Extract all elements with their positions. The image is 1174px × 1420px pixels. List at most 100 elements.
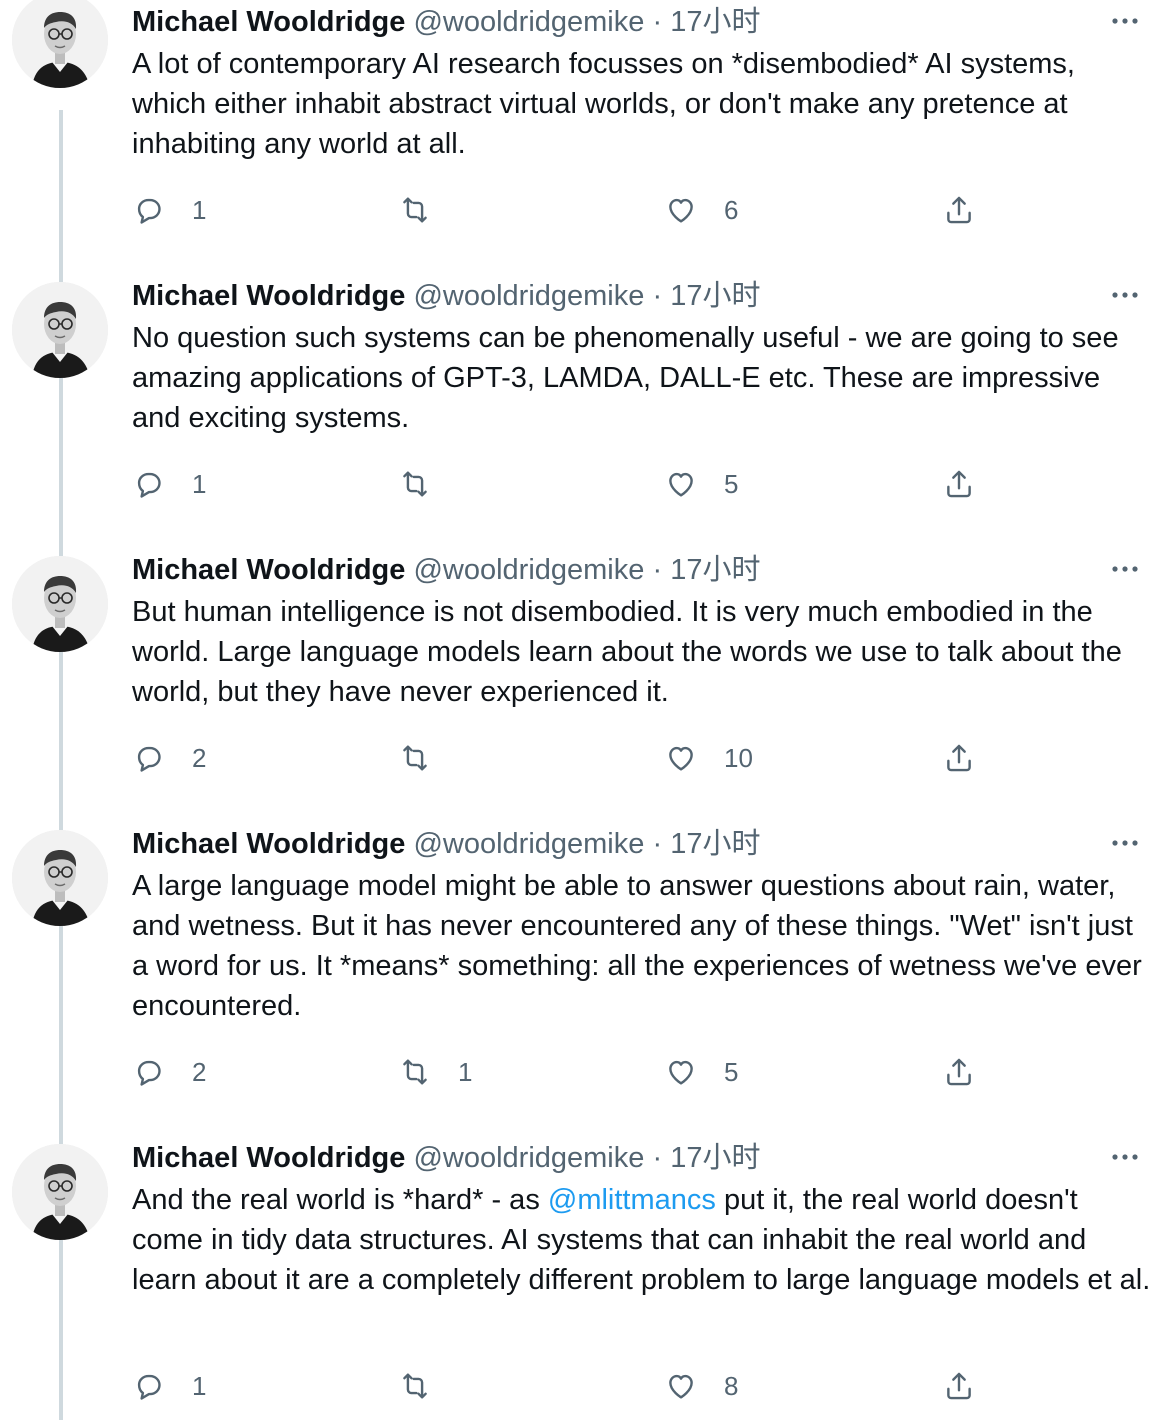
- avatar[interactable]: [12, 282, 108, 378]
- retweet-button[interactable]: [398, 1364, 458, 1408]
- tweet-actions: 1 6: [132, 188, 1012, 232]
- thread-line: [59, 378, 63, 548]
- tweet-item[interactable]: Michael Wooldridge @wooldridgemike · 17小…: [0, 822, 1174, 1136]
- tweet-actions: 2 1 5: [132, 1050, 1012, 1094]
- author-name[interactable]: Michael Wooldridge: [132, 6, 405, 38]
- tweet-actions: 1 5: [132, 462, 1012, 506]
- thread-line: [59, 822, 63, 830]
- share-button[interactable]: [942, 1364, 976, 1408]
- author-name[interactable]: Michael Wooldridge: [132, 828, 405, 860]
- author-name[interactable]: Michael Wooldridge: [132, 554, 405, 586]
- tweet-text: But human intelligence is not disembodie…: [132, 596, 1122, 708]
- author-handle[interactable]: @wooldridgemike: [413, 554, 644, 586]
- tweet-text: A lot of contemporary AI research focuss…: [132, 48, 1075, 160]
- retweet-icon: [398, 1055, 432, 1089]
- more-options-icon[interactable]: [1108, 1144, 1142, 1170]
- more-options-icon[interactable]: [1108, 556, 1142, 582]
- tweet-header: Michael Wooldridge @wooldridgemike · 17小…: [132, 550, 760, 590]
- separator-dot: ·: [652, 6, 663, 38]
- tweet-item[interactable]: Michael Wooldridge @wooldridgemike · 17小…: [0, 0, 1174, 274]
- separator-dot: ·: [652, 1142, 663, 1174]
- share-button[interactable]: [942, 462, 976, 506]
- separator-dot: ·: [652, 280, 663, 312]
- tweet-text: A large language model might be able to …: [132, 870, 1142, 1022]
- separator-dot: ·: [652, 828, 663, 860]
- reply-button[interactable]: 1: [132, 462, 206, 506]
- heart-icon: [664, 467, 698, 501]
- like-button[interactable]: 5: [664, 1050, 738, 1094]
- author-handle[interactable]: @wooldridgemike: [413, 6, 644, 38]
- avatar[interactable]: [12, 0, 108, 88]
- more-options-icon[interactable]: [1108, 830, 1142, 856]
- tweet-time[interactable]: 17小时: [670, 554, 760, 586]
- author-name[interactable]: Michael Wooldridge: [132, 280, 405, 312]
- reply-button[interactable]: 2: [132, 736, 206, 780]
- heart-icon: [664, 1055, 698, 1089]
- tweet-header: Michael Wooldridge @wooldridgemike · 17小…: [132, 2, 760, 42]
- separator-dot: ·: [652, 554, 663, 586]
- tweet-time[interactable]: 17小时: [670, 1142, 760, 1174]
- share-icon: [942, 741, 976, 775]
- author-handle[interactable]: @wooldridgemike: [413, 280, 644, 312]
- tweet-header: Michael Wooldridge @wooldridgemike · 17小…: [132, 824, 760, 864]
- reply-icon: [132, 467, 166, 501]
- reply-icon: [132, 1055, 166, 1089]
- retweet-icon: [398, 1369, 432, 1403]
- more-options-icon[interactable]: [1108, 282, 1142, 308]
- retweet-icon: [398, 467, 432, 501]
- thread-line: [59, 274, 63, 282]
- retweet-button[interactable]: [398, 736, 458, 780]
- reply-count: 1: [192, 1370, 207, 1401]
- reply-button[interactable]: 1: [132, 1364, 206, 1408]
- reply-button[interactable]: 2: [132, 1050, 206, 1094]
- author-handle[interactable]: @wooldridgemike: [413, 1142, 644, 1174]
- tweet-thread: Michael Wooldridge @wooldridgemike · 17小…: [0, 0, 1174, 1420]
- thread-line: [59, 926, 63, 1136]
- like-count: 8: [724, 1370, 739, 1401]
- share-icon: [942, 1055, 976, 1089]
- more-options-icon[interactable]: [1108, 8, 1142, 34]
- tweet-header: Michael Wooldridge @wooldridgemike · 17小…: [132, 1138, 760, 1178]
- tweet-text: And the real world is *hard* - as @mlitt…: [132, 1180, 1152, 1300]
- share-button[interactable]: [942, 736, 976, 780]
- thread-line: [59, 110, 63, 274]
- reply-icon: [132, 193, 166, 227]
- reply-button[interactable]: 1: [132, 188, 206, 232]
- tweet-header: Michael Wooldridge @wooldridgemike · 17小…: [132, 276, 760, 316]
- tweet-time[interactable]: 17小时: [670, 6, 760, 38]
- tweet-time[interactable]: 17小时: [670, 828, 760, 860]
- retweet-button[interactable]: 1: [398, 1050, 472, 1094]
- avatar[interactable]: [12, 1144, 108, 1240]
- author-handle[interactable]: @wooldridgemike: [413, 828, 644, 860]
- share-button[interactable]: [942, 1050, 976, 1094]
- retweet-count: 1: [458, 1056, 473, 1087]
- tweet-time[interactable]: 17小时: [670, 280, 760, 312]
- reply-count: 1: [192, 468, 207, 499]
- author-name[interactable]: Michael Wooldridge: [132, 1142, 405, 1174]
- retweet-button[interactable]: [398, 188, 458, 232]
- tweet-item[interactable]: Michael Wooldridge @wooldridgemike · 17小…: [0, 274, 1174, 548]
- tweet-actions: 1 8: [132, 1364, 1012, 1408]
- like-count: 5: [724, 468, 739, 499]
- tweet-text-part: And the real world is *hard* - as: [132, 1184, 548, 1216]
- share-button[interactable]: [942, 188, 976, 232]
- tweet-actions: 2 10: [132, 736, 1012, 780]
- mention-link[interactable]: @mlittmancs: [548, 1184, 716, 1216]
- tweet-text: No question such systems can be phenomen…: [132, 322, 1119, 434]
- reply-count: 2: [192, 1056, 207, 1087]
- avatar[interactable]: [12, 556, 108, 652]
- retweet-icon: [398, 193, 432, 227]
- thread-line: [59, 1240, 63, 1420]
- share-icon: [942, 467, 976, 501]
- retweet-button[interactable]: [398, 462, 458, 506]
- like-button[interactable]: 8: [664, 1364, 738, 1408]
- tweet-item[interactable]: Michael Wooldridge @wooldridgemike · 17小…: [0, 548, 1174, 822]
- avatar[interactable]: [12, 830, 108, 926]
- heart-icon: [664, 193, 698, 227]
- share-icon: [942, 193, 976, 227]
- like-button[interactable]: 5: [664, 462, 738, 506]
- reply-count: 2: [192, 742, 207, 773]
- like-button[interactable]: 10: [664, 736, 753, 780]
- tweet-item[interactable]: Michael Wooldridge @wooldridgemike · 17小…: [0, 1136, 1174, 1420]
- like-button[interactable]: 6: [664, 188, 738, 232]
